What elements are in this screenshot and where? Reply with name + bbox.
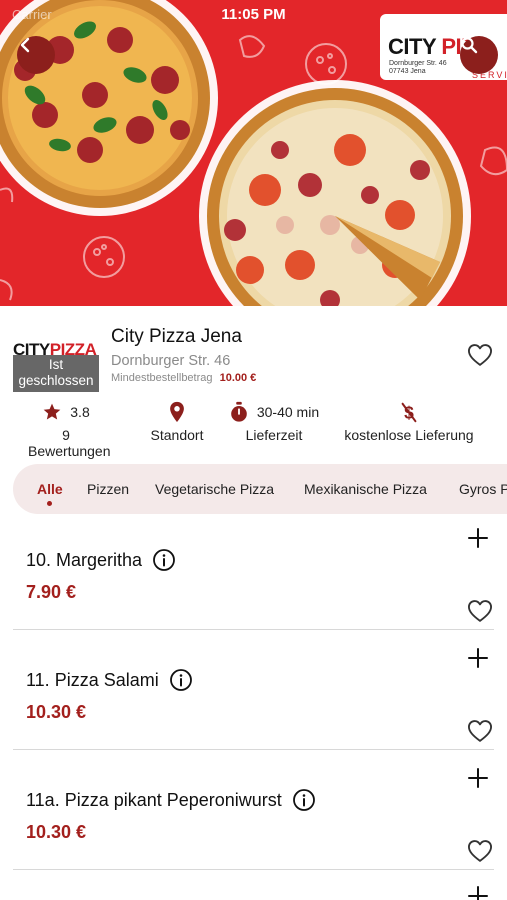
tab-gyros[interactable]: Gyros P xyxy=(459,481,507,497)
item-divider xyxy=(13,869,494,870)
menu-item-price: 10.30 € xyxy=(26,702,87,722)
closed-status-badge: Ist geschlossen xyxy=(13,355,99,392)
search-button[interactable] xyxy=(460,36,498,74)
location-label: Standort xyxy=(150,427,204,443)
back-button[interactable] xyxy=(17,36,55,74)
menu-item-price: 10.30 € xyxy=(26,822,87,842)
minimum-order-value: 10.00 € xyxy=(219,372,257,384)
info-icon[interactable] xyxy=(152,548,176,572)
location-stat[interactable]: Standort xyxy=(140,400,214,443)
add-to-cart-plus-icon[interactable] xyxy=(467,527,489,549)
star-icon xyxy=(43,403,61,420)
rating-stat[interactable]: 3.8 9 Bewertungen xyxy=(28,400,111,459)
delivery-time-value: 30-40 min xyxy=(256,404,320,420)
tab-pizzen[interactable]: Pizzen xyxy=(87,481,129,497)
minimum-order-label: Mindestbestellbetrag xyxy=(111,372,213,384)
item-divider xyxy=(13,629,494,630)
menu-item: 11. Pizza Salami 10.30 € xyxy=(0,640,507,760)
minimum-order: Mindestbestellbetrag 10.00 € xyxy=(111,372,256,384)
menu-item: 10. Margeritha 7.90 € xyxy=(0,520,507,640)
info-icon[interactable] xyxy=(169,668,193,692)
favorite-heart-icon[interactable] xyxy=(466,597,494,625)
tab-alle[interactable]: Alle xyxy=(37,481,63,497)
free-delivery-dollar-icon: $ xyxy=(401,402,417,422)
add-to-cart-plus-icon[interactable] xyxy=(467,885,489,900)
menu-item: 11a. Pizza pikant Peperoniwurst 10.30 € xyxy=(0,760,507,880)
menu-item-price: 7.90 € xyxy=(26,582,77,602)
menu-item-name: 11a. Pizza pikant Peperoniwurst xyxy=(26,789,282,810)
restaurant-stats: 3.8 9 Bewertungen Standort 30-40 min Lie… xyxy=(0,400,507,459)
chevron-left-icon xyxy=(20,37,30,53)
restaurant-name: City Pizza Jena xyxy=(111,326,242,347)
delivery-fee-label: kostenlose Lieferung xyxy=(344,427,474,443)
category-tabs: Alle Pizzen Vegetarische Pizza Mexikanis… xyxy=(13,464,507,514)
restaurant-address: Dornburger Str. 46 xyxy=(111,353,231,369)
rating-value: 3.8 xyxy=(70,404,90,420)
menu-item-name: 11. Pizza Salami xyxy=(26,669,159,690)
add-to-cart-plus-icon[interactable] xyxy=(467,767,489,789)
info-icon[interactable] xyxy=(292,788,316,812)
delivery-time-stat: 30-40 min Lieferzeit xyxy=(222,400,326,443)
brand-address: Dornburger Str. 46 07743 Jena xyxy=(389,60,447,75)
reviews-count: 9 Bewertungen xyxy=(28,427,111,459)
delivery-time-label: Lieferzeit xyxy=(245,427,303,443)
stopwatch-icon xyxy=(231,401,247,422)
favorite-heart-icon[interactable] xyxy=(466,837,494,865)
tab-mexikanische-pizza[interactable]: Mexikanische Pizza xyxy=(304,481,427,497)
search-icon xyxy=(461,37,478,54)
menu-item-name: 10. Margeritha xyxy=(26,549,143,570)
favorite-restaurant-heart-icon[interactable] xyxy=(466,341,494,369)
hero-banner: Carrier 11:05 PM CITY PIZ Dornburger Str… xyxy=(0,0,507,306)
item-divider xyxy=(13,749,494,750)
delivery-fee-stat: $ kostenlose Lieferung xyxy=(336,400,482,443)
map-pin-icon xyxy=(170,401,184,423)
add-to-cart-plus-icon[interactable] xyxy=(467,647,489,669)
tab-vegetarische-pizza[interactable]: Vegetarische Pizza xyxy=(155,481,274,497)
restaurant-logo: CITYPIZZA Ist geschlossen xyxy=(13,334,99,392)
active-tab-indicator xyxy=(47,501,52,506)
favorite-heart-icon[interactable] xyxy=(466,717,494,745)
